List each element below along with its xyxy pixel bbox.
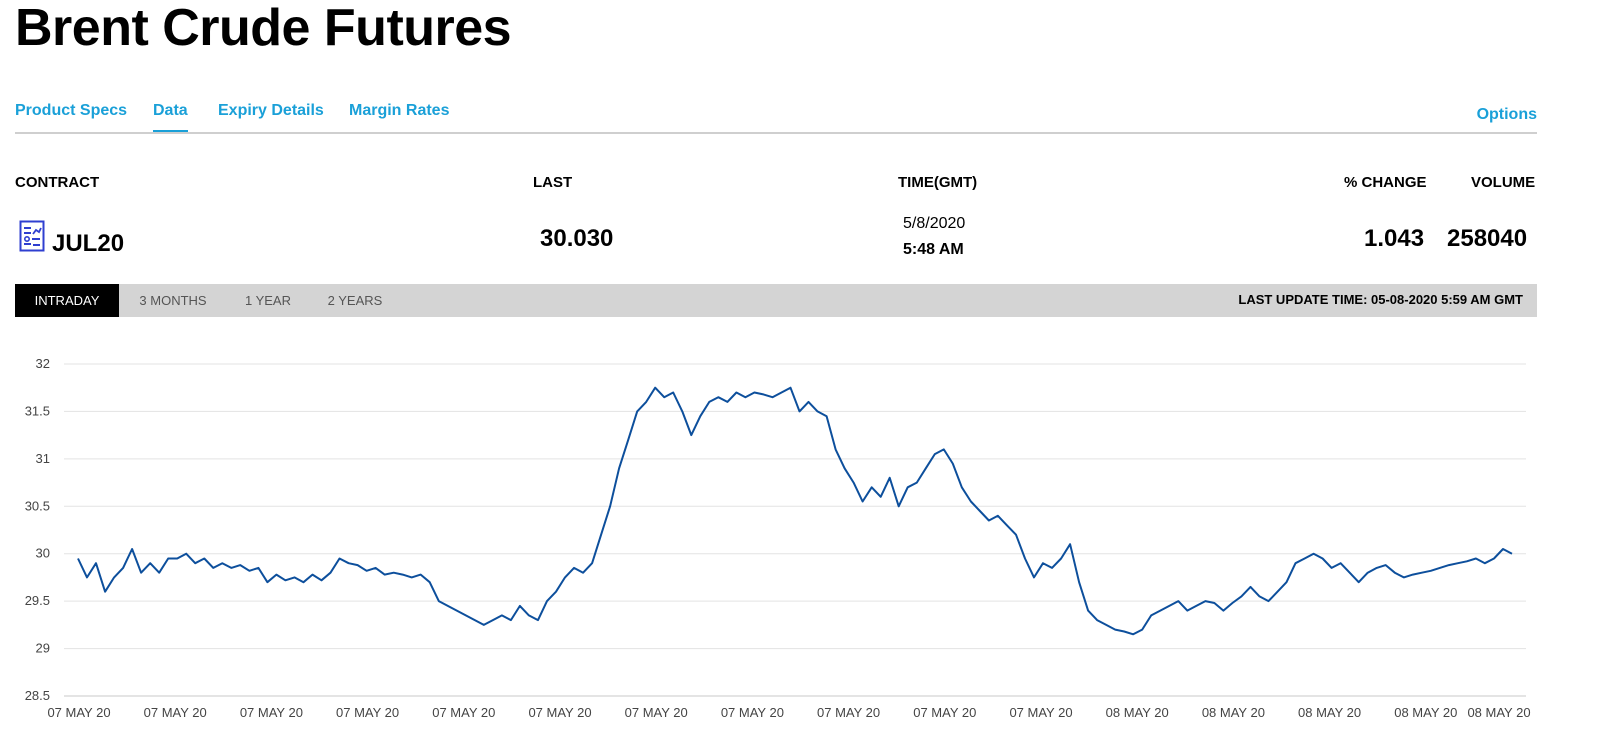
range-tab-intraday[interactable]: INTRADAY: [15, 284, 119, 317]
tab-expiry-details[interactable]: Expiry Details: [218, 100, 324, 130]
x-tick-label: 07 MAY 20: [144, 705, 207, 720]
x-axis: 07 MAY 20 07 MAY 20 07 MAY 20 07 MAY 20 07 M…: [47, 705, 1530, 720]
x-tick-label: 07 MAY 20: [432, 705, 495, 720]
header-pct-change: % CHANGE: [1344, 174, 1427, 191]
y-tick-label: 28.5: [25, 688, 50, 703]
x-tick-label: 07 MAY 20: [913, 705, 976, 720]
x-tick-label: 07 MAY 20: [721, 705, 784, 720]
range-tab-3-months[interactable]: 3 MONTHS: [127, 284, 219, 317]
price-series-line: [77, 386, 1513, 636]
y-tick-label: 30: [36, 546, 50, 561]
y-tick-label: 32: [36, 356, 50, 371]
x-tick-label: 07 MAY 20: [1009, 705, 1072, 720]
date-value: 5/8/2020: [903, 215, 966, 232]
header-contract: CONTRACT: [15, 174, 100, 191]
y-tick-label: 31: [36, 451, 50, 466]
range-tab-2-years[interactable]: 2 YEARS: [319, 284, 391, 317]
tab-margin-rates[interactable]: Margin Rates: [349, 100, 449, 130]
x-tick-label: 08 MAY 20: [1202, 705, 1265, 720]
x-tick-label: 08 MAY 20: [1467, 705, 1530, 720]
x-tick-label: 07 MAY 20: [47, 705, 110, 720]
page-title: Brent Crude Futures: [15, 0, 512, 57]
tab-product-specs[interactable]: Product Specs: [15, 100, 127, 130]
header-volume: VOLUME: [1471, 174, 1536, 191]
report-icon[interactable]: [19, 220, 45, 252]
tab-options[interactable]: Options: [1477, 104, 1537, 126]
y-tick-label: 31.5: [25, 403, 50, 418]
range-selector: INTRADAY 3 MONTHS 1 YEAR 2 YEARS LAST UP…: [15, 284, 1537, 317]
pct-change-value: 1.043: [1364, 225, 1425, 252]
y-tick-label: 30.5: [25, 498, 50, 513]
x-tick-label: 07 MAY 20: [528, 705, 591, 720]
x-tick-label: 07 MAY 20: [625, 705, 688, 720]
chart-grid: [64, 363, 1526, 697]
contract-value[interactable]: JUL20: [52, 230, 124, 258]
header-last: LAST: [533, 174, 573, 191]
tab-data[interactable]: Data: [153, 100, 188, 132]
y-tick-label: 29.5: [25, 593, 50, 608]
x-tick-label: 08 MAY 20: [1106, 705, 1169, 720]
x-tick-label: 08 MAY 20: [1298, 705, 1361, 720]
y-axis: 28.5 29 29.5 30 30.5 31 31.5 32: [25, 356, 50, 703]
time-value: 5:48 AM: [903, 241, 964, 258]
x-tick-label: 07 MAY 20: [240, 705, 303, 720]
header-time: TIME(GMT): [898, 174, 978, 191]
last-value: 30.030: [540, 225, 614, 252]
section-tabs: Product Specs Data Expiry Details Margin…: [15, 100, 1537, 134]
price-chart: 28.52929.53030.53131.532 07 MAY 20 07 MAY…: [25, 356, 1531, 720]
x-tick-label: 07 MAY 20: [817, 705, 880, 720]
last-update-time: LAST UPDATE TIME: 05-08-2020 5:59 AM GMT: [1238, 292, 1523, 307]
x-tick-label: 07 MAY 20: [336, 705, 399, 720]
y-tick-label: 29: [36, 641, 50, 656]
volume-value: 258040: [1447, 225, 1528, 252]
x-tick-label: 08 MAY 20: [1394, 705, 1457, 720]
range-tab-1-year[interactable]: 1 YEAR: [237, 284, 299, 317]
